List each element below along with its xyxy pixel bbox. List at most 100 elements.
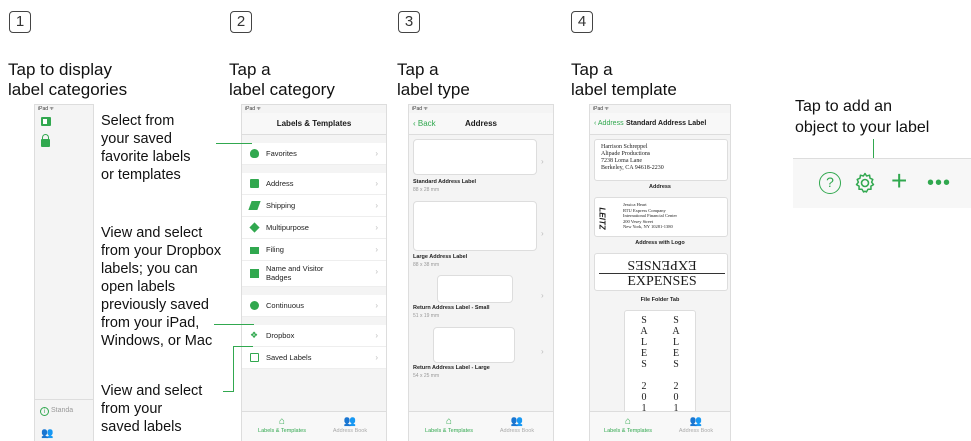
label-type-size: 54 x 25 mm bbox=[413, 373, 440, 379]
people-icon: 👥 bbox=[689, 416, 703, 427]
label-type-size: 88 x 28 mm bbox=[413, 187, 440, 193]
tab-address-book[interactable]: 👥 Address Book bbox=[487, 416, 547, 434]
chevron-right-icon: › bbox=[375, 301, 378, 310]
callout-line: from your iPad, bbox=[101, 315, 200, 331]
nav-bar: ‹ Back Address bbox=[409, 113, 553, 135]
label-type-return-small[interactable] bbox=[437, 275, 513, 303]
leader-line-saved-vertical bbox=[233, 346, 234, 392]
callout-line: open labels bbox=[101, 279, 176, 295]
chevron-right-icon: › bbox=[375, 223, 378, 232]
tab-label: Address Book bbox=[332, 428, 368, 434]
template-address[interactable]: Harrison Schreppel Alipade Productions 7… bbox=[594, 139, 728, 181]
tab-labels-templates[interactable]: ⌂ Labels & Templates bbox=[419, 416, 479, 434]
chevron-right-icon: › bbox=[375, 201, 378, 210]
screen-1-sidebar: iPad ᯤ i Standa 👥 bbox=[34, 104, 94, 441]
callout-line: Tap to add an bbox=[795, 98, 892, 115]
category-continuous[interactable]: Continuous › bbox=[242, 295, 386, 317]
back-label: Back bbox=[417, 119, 436, 128]
leader-line-saved-bottom bbox=[223, 391, 234, 392]
status-bar: iPad ᯤ bbox=[412, 106, 428, 112]
category-label: Dropbox bbox=[266, 331, 295, 340]
label-type-name: Return Address Label - Small bbox=[413, 305, 490, 311]
leitz-logo: LEITZ bbox=[597, 207, 607, 230]
add-icon[interactable]: + bbox=[891, 166, 907, 196]
nav-title: Address bbox=[464, 119, 497, 128]
callout-line: saved labels bbox=[101, 419, 182, 435]
more-icon[interactable]: ••• bbox=[927, 173, 951, 193]
chevron-right-icon: › bbox=[541, 347, 544, 356]
template-caption: Address with Logo bbox=[635, 240, 685, 246]
chevron-right-icon: › bbox=[541, 229, 544, 238]
screen-4-templates: iPad ᯤ ‹ Address Standard Address Label … bbox=[589, 104, 731, 441]
callout-line: previously saved bbox=[101, 297, 209, 313]
callout-line: View and select bbox=[101, 383, 203, 399]
callout-line: Windows, or Mac bbox=[101, 333, 213, 349]
tab-label: Address Book bbox=[678, 428, 714, 434]
tab-bar: ⌂ Labels & Templates 👥 Address Book bbox=[242, 411, 386, 441]
tab-labels-templates[interactable]: ⌂ Labels & Templates bbox=[252, 416, 312, 434]
leader-line-dropbox bbox=[214, 324, 254, 325]
tab-labels-templates[interactable]: ⌂ Labels & Templates bbox=[598, 416, 658, 434]
category-favorites[interactable]: Favorites › bbox=[242, 143, 386, 165]
label-type-name: Standard Address Label bbox=[413, 179, 477, 185]
template-caption: Address bbox=[648, 184, 671, 190]
home-icon: ⌂ bbox=[624, 416, 632, 427]
label-type-size: 88 x 38 mm bbox=[413, 262, 440, 268]
label-type-name: Return Address Label - Large bbox=[413, 365, 490, 371]
callout-saved: View and select from your saved labels bbox=[101, 382, 202, 436]
nav-bar: Labels & Templates bbox=[242, 113, 386, 135]
step-2-title-line2: label category bbox=[229, 80, 335, 99]
tab-address-book[interactable]: 👥 Address Book bbox=[666, 416, 726, 434]
step-1-title-line1: Tap to display bbox=[8, 60, 112, 79]
label-type-size: 51 x 19 mm bbox=[413, 313, 440, 319]
back-button[interactable]: ‹ Address bbox=[594, 113, 624, 135]
chevron-right-icon: › bbox=[541, 157, 544, 166]
category-shipping[interactable]: Shipping › bbox=[242, 195, 386, 217]
chevron-right-icon: › bbox=[375, 353, 378, 362]
template-file-folder[interactable]: EXPENSES EXPENSES bbox=[594, 253, 728, 291]
label-type-return-large[interactable] bbox=[433, 327, 515, 363]
tab-address-book[interactable]: 👥 Address Book bbox=[320, 416, 380, 434]
category-badges[interactable]: Name and Visitor Badges › bbox=[242, 261, 386, 287]
category-label: Shipping bbox=[266, 201, 296, 210]
label-type-large[interactable] bbox=[413, 201, 537, 251]
help-icon[interactable]: ? bbox=[819, 172, 841, 194]
category-label: Saved Labels bbox=[266, 353, 312, 362]
callout-dropbox: View and select from your Dropbox labels… bbox=[101, 224, 221, 350]
back-label: Address bbox=[597, 120, 624, 127]
dropbox-icon: ❖ bbox=[250, 330, 259, 340]
category-filing[interactable]: Filing › bbox=[242, 239, 386, 261]
address-book-icon[interactable]: 👥 bbox=[41, 428, 53, 439]
status-label: iPad bbox=[38, 106, 49, 112]
screen-3-label-types: iPad ᯤ ‹ Back Address › Standard Address… bbox=[408, 104, 554, 441]
vertical-text-col2: SALES201 bbox=[672, 315, 680, 414]
gear-icon[interactable] bbox=[853, 171, 877, 195]
lock-icon[interactable] bbox=[41, 134, 50, 147]
category-dropbox[interactable]: ❖ Dropbox › bbox=[242, 325, 386, 347]
chevron-right-icon: › bbox=[375, 179, 378, 188]
category-address[interactable]: Address › bbox=[242, 173, 386, 195]
category-label: Favorites bbox=[266, 149, 297, 158]
template-vertical-tab[interactable]: SALES201 SALES201 bbox=[624, 310, 696, 420]
category-label-line2: Badges bbox=[266, 273, 292, 282]
expenses-text: EXPENSES bbox=[627, 274, 697, 289]
saved-icon bbox=[250, 353, 259, 362]
toolbar: ? + ••• bbox=[793, 158, 971, 208]
tab-bar: ⌂ Labels & Templates 👥 Address Book bbox=[590, 411, 730, 441]
label-type-standard[interactable] bbox=[413, 139, 537, 175]
home-icon: ⌂ bbox=[278, 416, 286, 427]
address-icon bbox=[250, 179, 259, 188]
step-1-number: 1 bbox=[9, 11, 31, 33]
info-icon[interactable]: i bbox=[40, 407, 49, 416]
step-4-number: 4 bbox=[571, 11, 593, 33]
sidebar-toggle-icon[interactable] bbox=[41, 117, 51, 126]
category-label: Address bbox=[266, 179, 294, 188]
category-multipurpose[interactable]: Multipurpose › bbox=[242, 217, 386, 239]
status-bar: iPad ᯤ bbox=[38, 106, 54, 112]
template-address-logo[interactable]: LEITZ Jessica Heart RTU Express Company … bbox=[594, 197, 728, 237]
step-3-number: 3 bbox=[398, 11, 420, 33]
category-saved-labels[interactable]: Saved Labels › bbox=[242, 347, 386, 369]
shipping-icon bbox=[248, 201, 261, 210]
back-button[interactable]: ‹ Back bbox=[413, 113, 436, 135]
screen-2-categories: iPad ᯤ Labels & Templates Favorites › Add… bbox=[241, 104, 387, 441]
